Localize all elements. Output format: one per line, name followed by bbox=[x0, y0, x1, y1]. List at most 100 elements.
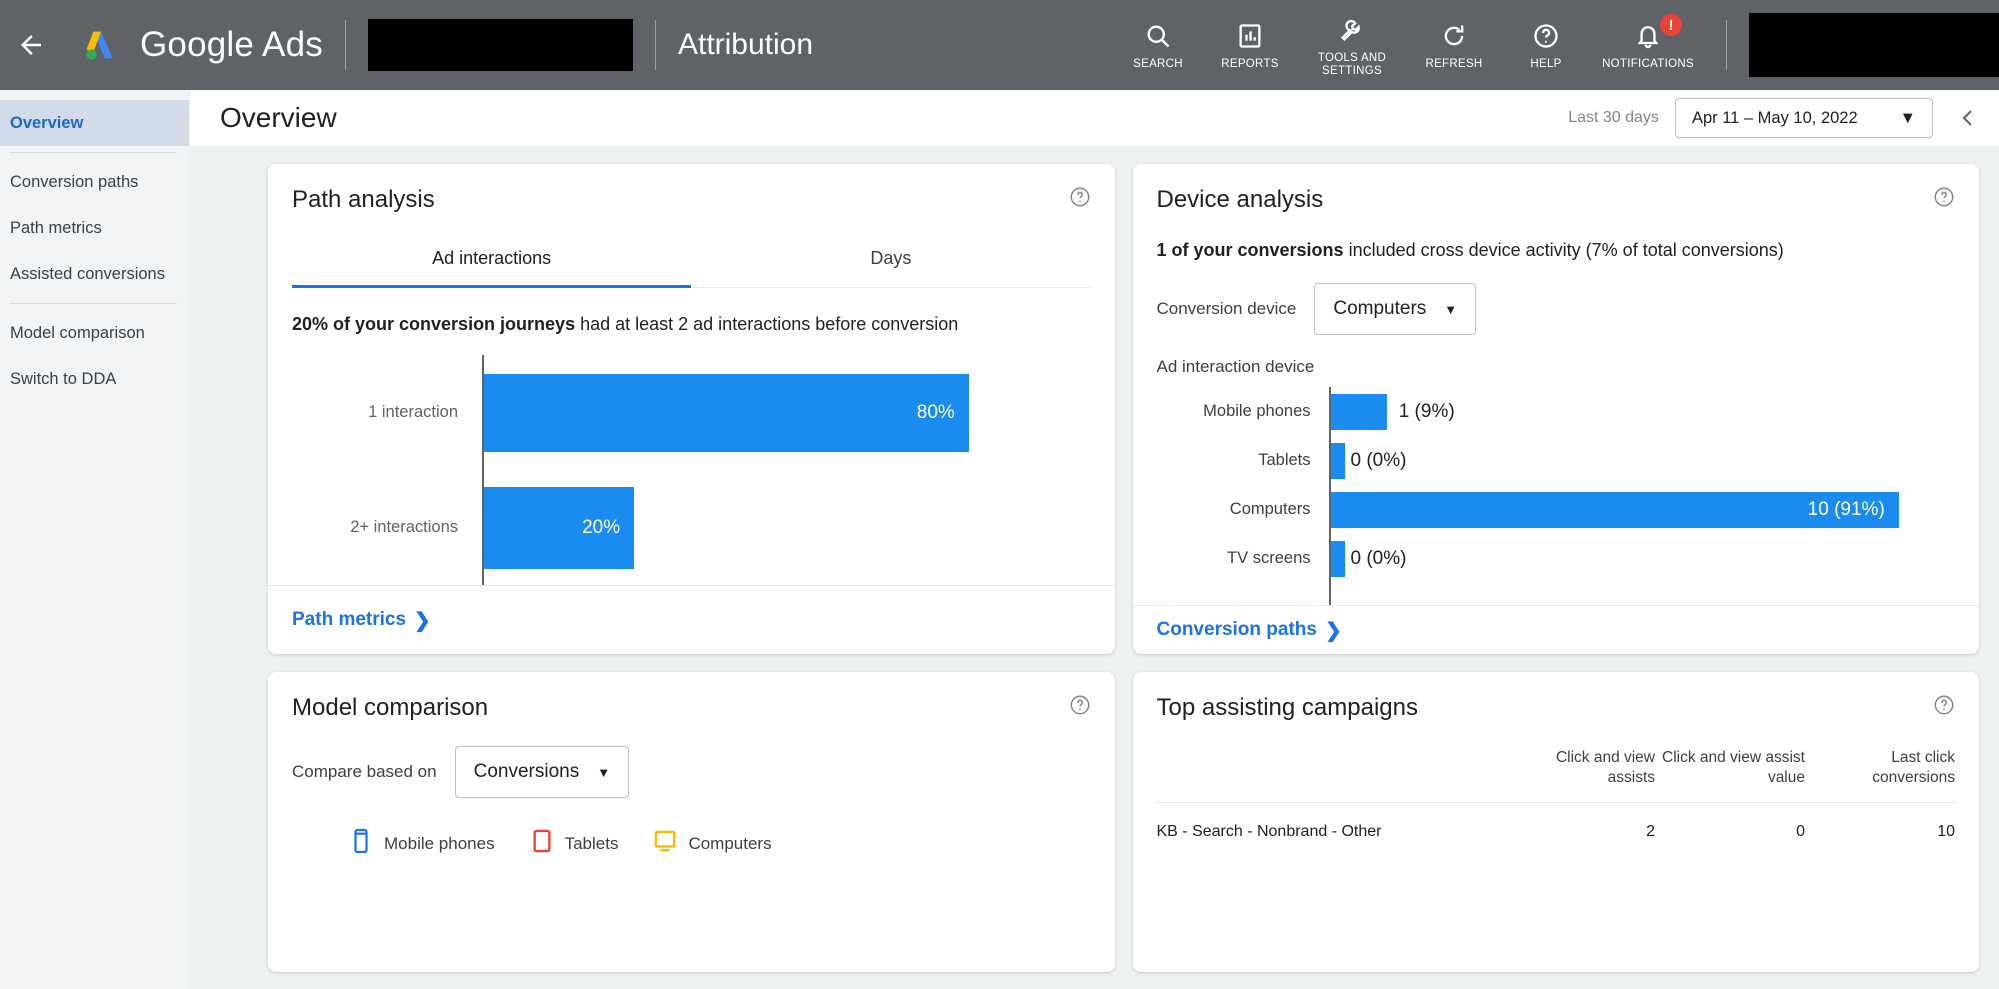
page-header-controls: Last 30 days Apr 11 – May 10, 2022 ▼ bbox=[1568, 98, 1999, 138]
sidebar-item-model-comparison[interactable]: Model comparison bbox=[0, 310, 189, 356]
bar[interactable]: 10 (91%) bbox=[1331, 492, 1899, 528]
bar-track: 0 (0%) bbox=[1331, 541, 1956, 577]
back-button[interactable] bbox=[8, 22, 54, 68]
card-title: Device analysis bbox=[1157, 186, 1324, 214]
card-header: Device analysis bbox=[1133, 164, 1980, 214]
column-header-click-and-view-assist-value[interactable]: Click and view assist value bbox=[1655, 748, 1805, 803]
computer-monitor-icon bbox=[654, 828, 676, 859]
account-name-redacted bbox=[368, 19, 633, 71]
tab-days[interactable]: Days bbox=[691, 234, 1090, 288]
sidebar-item-assisted-conversions[interactable]: Assisted conversions bbox=[0, 251, 189, 297]
card-header: Model comparison bbox=[268, 672, 1115, 722]
chart-bar-row: Mobile phones 1 (9%) bbox=[1157, 387, 1956, 436]
sidebar: Overview Conversion paths Path metrics A… bbox=[0, 90, 190, 989]
card-footer: Path metrics ❯ bbox=[268, 585, 1115, 654]
headline-bold: 20% of your conversion journeys bbox=[292, 314, 575, 334]
cell-last-click: 10 bbox=[1805, 803, 1955, 842]
legend-item-tablets[interactable]: Tablets bbox=[531, 828, 619, 859]
user-account-redacted bbox=[1749, 13, 1999, 77]
conversion-paths-link[interactable]: Conversion paths ❯ bbox=[1157, 618, 1342, 643]
column-header-click-and-view-assists[interactable]: Click and view assists bbox=[1505, 748, 1655, 803]
tools-and-settings-label: TOOLS AND SETTINGS bbox=[1318, 52, 1386, 78]
link-label: Conversion paths bbox=[1157, 619, 1317, 641]
path-analysis-headline: 20% of your conversion journeys had at l… bbox=[292, 314, 1091, 335]
compare-based-on-value: Conversions bbox=[474, 761, 580, 783]
chevron-down-icon: ▼ bbox=[1444, 302, 1457, 317]
column-header-last-click-conversions[interactable]: Last click conversions bbox=[1805, 748, 1955, 803]
device-analysis-chart: Mobile phones 1 (9%) Tablets bbox=[1157, 387, 1956, 605]
legend-item-computers[interactable]: Computers bbox=[654, 828, 771, 859]
bar[interactable] bbox=[1331, 394, 1387, 430]
chevron-right-icon: ❯ bbox=[1325, 618, 1342, 643]
help-circle-icon[interactable] bbox=[1069, 186, 1091, 208]
assisting-campaigns-table: Click and view assists Click and view as… bbox=[1157, 748, 1956, 841]
cell-assists: 2 bbox=[1505, 803, 1655, 842]
sidebar-divider bbox=[10, 303, 177, 304]
table-head: Click and view assists Click and view as… bbox=[1157, 748, 1956, 803]
conversion-device-select[interactable]: Computers ▼ bbox=[1314, 283, 1476, 335]
google-ads-logo[interactable]: Google Ads bbox=[80, 22, 323, 68]
chevron-down-icon: ▼ bbox=[1900, 109, 1916, 128]
bar-track: 20% bbox=[482, 487, 1091, 569]
card-footer: Conversion paths ❯ bbox=[1133, 605, 1980, 654]
refresh-icon bbox=[1440, 19, 1468, 53]
notifications-button[interactable]: ! NOTIFICATIONS bbox=[1592, 0, 1704, 90]
help-circle-icon[interactable] bbox=[1069, 694, 1091, 716]
notifications-badge: ! bbox=[1660, 14, 1682, 36]
google-ads-logo-icon bbox=[80, 22, 126, 68]
chart-bar-row: 2+ interactions 20% bbox=[292, 470, 1091, 585]
device-analysis-headline: 1 of your conversions included cross dev… bbox=[1157, 240, 1956, 261]
date-range-preset-label: Last 30 days bbox=[1568, 109, 1659, 127]
chart-bar-row: Tablets 0 (0%) bbox=[1157, 436, 1956, 485]
path-analysis-tabs: Ad interactions Days bbox=[292, 234, 1091, 288]
column-header-campaign[interactable] bbox=[1157, 748, 1506, 803]
sidebar-item-switch-to-dda[interactable]: Switch to DDA bbox=[0, 356, 189, 402]
refresh-button[interactable]: REFRESH bbox=[1408, 0, 1500, 90]
refresh-label: REFRESH bbox=[1425, 58, 1482, 71]
conversion-device-label: Conversion device bbox=[1157, 299, 1297, 319]
bar[interactable]: 20% bbox=[482, 487, 634, 569]
bell-icon bbox=[1634, 19, 1662, 53]
card-body: 1 of your conversions included cross dev… bbox=[1133, 214, 1980, 605]
compare-based-on-select[interactable]: Conversions ▼ bbox=[455, 746, 629, 798]
help-circle-icon[interactable] bbox=[1933, 186, 1955, 208]
card-header: Path analysis bbox=[268, 164, 1115, 214]
help-button[interactable]: HELP bbox=[1500, 0, 1592, 90]
model-comparison-legend: Mobile phones Tablets bbox=[292, 828, 1091, 859]
reports-button[interactable]: REPORTS bbox=[1204, 0, 1296, 90]
sidebar-divider bbox=[10, 152, 177, 153]
cell-campaign: KB - Search - Nonbrand - Other bbox=[1157, 803, 1506, 842]
divider bbox=[655, 20, 656, 70]
legend-item-mobile-phones[interactable]: Mobile phones bbox=[350, 828, 495, 859]
bar-track: 1 (9%) bbox=[1331, 394, 1956, 430]
help-question-icon bbox=[1532, 19, 1560, 53]
model-comparison-card: Model comparison Compare based on Conver… bbox=[268, 672, 1115, 972]
sidebar-item-label: Assisted conversions bbox=[10, 265, 165, 284]
bar bbox=[1331, 541, 1345, 577]
table-row[interactable]: KB - Search - Nonbrand - Other 2 0 10 bbox=[1157, 803, 1956, 842]
bar-category-label: Tablets bbox=[1157, 451, 1321, 470]
headline-rest: included cross device activity (7% of to… bbox=[1344, 240, 1784, 260]
table-body: KB - Search - Nonbrand - Other 2 0 10 bbox=[1157, 803, 1956, 842]
chart-bar-row: 1 interaction 80% bbox=[292, 355, 1091, 470]
sidebar-item-overview[interactable]: Overview bbox=[0, 100, 189, 146]
sidebar-item-conversion-paths[interactable]: Conversion paths bbox=[0, 159, 189, 205]
tab-ad-interactions[interactable]: Ad interactions bbox=[292, 234, 691, 288]
chart-bar-row: Computers 10 (91%) bbox=[1157, 485, 1956, 534]
help-circle-icon[interactable] bbox=[1933, 694, 1955, 716]
bar-value-label: 10 (91%) bbox=[1808, 499, 1885, 521]
sidebar-item-path-metrics[interactable]: Path metrics bbox=[0, 205, 189, 251]
wrench-icon bbox=[1338, 13, 1366, 47]
tools-and-settings-button[interactable]: TOOLS AND SETTINGS bbox=[1296, 0, 1408, 90]
search-button[interactable]: SEARCH bbox=[1112, 0, 1204, 90]
sidebar-item-label: Switch to DDA bbox=[10, 370, 116, 389]
bar[interactable]: 80% bbox=[482, 374, 969, 452]
date-range-picker[interactable]: Apr 11 – May 10, 2022 ▼ bbox=[1675, 98, 1933, 138]
chart-axis bbox=[482, 355, 484, 585]
legend-label: Mobile phones bbox=[384, 834, 495, 854]
chevron-right-icon: ❯ bbox=[414, 608, 431, 633]
path-metrics-link[interactable]: Path metrics ❯ bbox=[292, 608, 431, 633]
search-icon bbox=[1144, 19, 1172, 53]
sidebar-item-label: Conversion paths bbox=[10, 173, 138, 192]
collapse-panel-button[interactable] bbox=[1955, 103, 1981, 133]
